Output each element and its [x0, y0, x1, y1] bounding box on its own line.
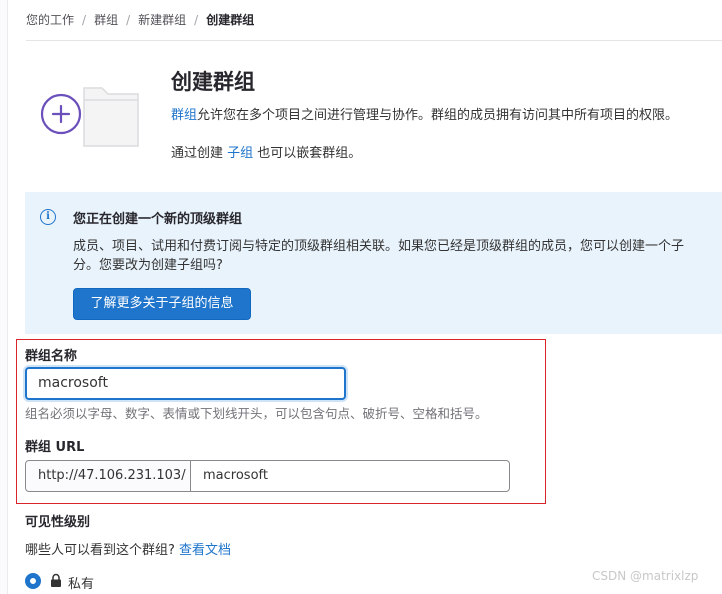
left-sidebar-edge — [0, 0, 8, 594]
breadcrumb-separator: / — [126, 12, 131, 27]
private-option-label[interactable]: 私有 — [68, 573, 94, 592]
alert-body-continued: 分。您要改为创建子组吗? — [73, 258, 223, 273]
group-url-label: 群组 URL — [25, 440, 85, 455]
groups-link[interactable]: 群组 — [171, 108, 197, 123]
alert-body: 成员、项目、试用和付费订阅与特定的顶级群组相关联。如果您已经是顶级群组的成员，您… — [73, 239, 685, 254]
breadcrumb-separator: / — [194, 12, 199, 27]
page-title: 创建群组 — [171, 70, 255, 94]
group-url-field: http://47.106.231.103/ macrosoft — [25, 460, 510, 492]
subgroup-link[interactable]: 子组 — [227, 146, 253, 161]
description-text: 允许您在多个项目之间进行管理与协作。群组的成员拥有访问其中所有项目的权限。 — [197, 108, 679, 123]
csdn-watermark: CSDN @matrixlzp — [592, 569, 699, 583]
info-icon: i — [40, 209, 56, 225]
breadcrumb-current[interactable]: 创建群组 — [206, 11, 254, 28]
subgroup-text-pre: 通过创建 — [171, 146, 228, 161]
subgroup-text-post: 也可以嵌套群组。 — [253, 146, 362, 161]
group-name-help-text: 组名必须以字母、数字、表情或下划线开头，可以包含句点、破折号、空格和括号。 — [25, 406, 488, 421]
lock-icon — [51, 573, 61, 587]
group-url-input[interactable]: macrosoft — [191, 461, 509, 491]
folder-plus-icon — [40, 87, 139, 147]
learn-more-subgroups-button[interactable]: 了解更多关于子组的信息 — [73, 288, 251, 320]
info-alert: i 您正在创建一个新的顶级群组 成员、项目、试用和付费订阅与特定的顶级群组相关联… — [25, 192, 722, 334]
header-divider — [26, 40, 722, 41]
group-name-label: 群组名称 — [25, 349, 78, 364]
visibility-question: 哪些人可以看到这个群组? 查看文档 — [25, 539, 231, 558]
group-folder-illustration — [38, 78, 142, 150]
visibility-level-label: 可见性级别 — [25, 515, 91, 530]
page-description: 群组允许您在多个项目之间进行管理与协作。群组的成员拥有访问其中所有项目的权限。 — [171, 104, 678, 123]
visibility-question-text: 哪些人可以看到这个群组? — [25, 543, 175, 558]
breadcrumb-item-groups[interactable]: 群组 — [94, 11, 118, 28]
private-radio[interactable] — [25, 573, 41, 589]
breadcrumb: 您的工作 / 群组 / 新建群组 / 创建群组 — [26, 11, 254, 28]
view-docs-link[interactable]: 查看文档 — [179, 543, 231, 558]
breadcrumb-separator: / — [82, 12, 87, 27]
url-prefix: http://47.106.231.103/ — [26, 461, 191, 491]
subgroup-description: 通过创建 子组 也可以嵌套群组。 — [171, 142, 361, 161]
group-name-input[interactable]: macrosoft — [25, 367, 346, 400]
breadcrumb-item-new-group[interactable]: 新建群组 — [138, 11, 186, 28]
alert-title: 您正在创建一个新的顶级群组 — [73, 212, 243, 227]
breadcrumb-item-your-work[interactable]: 您的工作 — [26, 11, 74, 28]
